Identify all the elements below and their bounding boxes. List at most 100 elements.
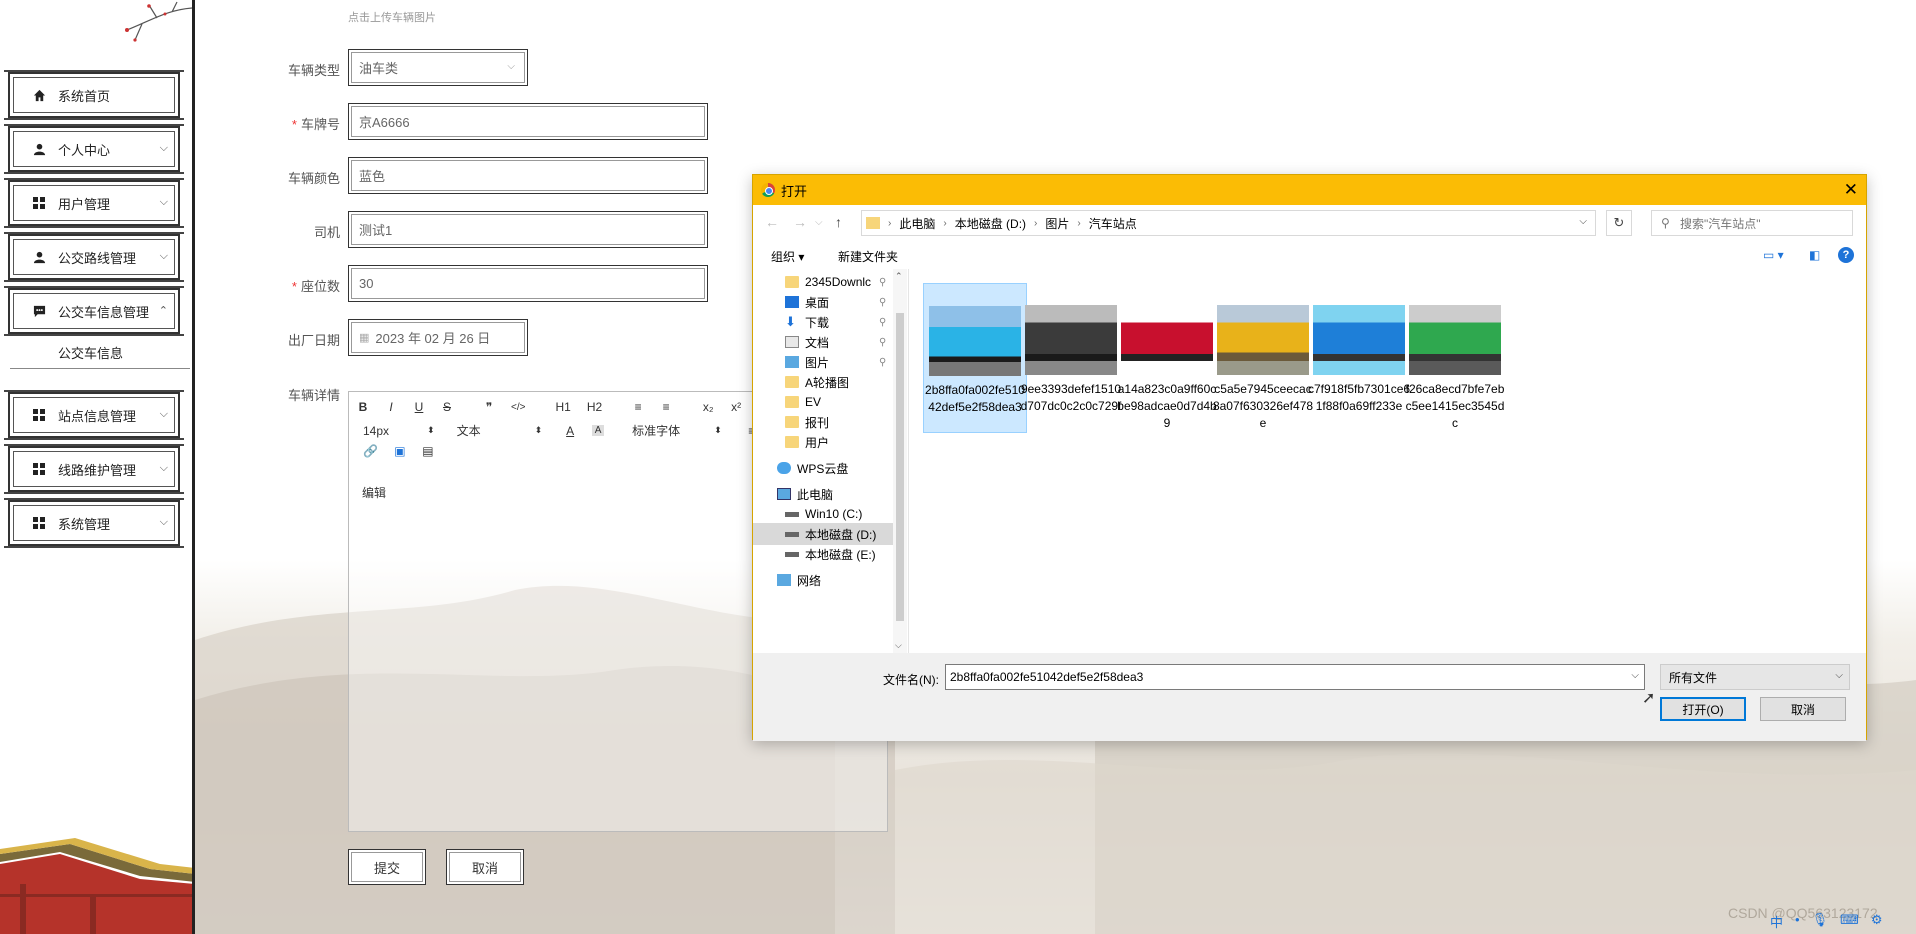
menu-item-system[interactable]: 系统管理 ⌵ <box>4 498 184 548</box>
close-icon[interactable]: ✕ <box>1844 180 1858 200</box>
code-button[interactable]: </> <box>511 402 525 413</box>
organize-button[interactable]: 组织 ▾ <box>771 248 804 265</box>
breadcrumb-item[interactable]: 汽车站点 <box>1089 215 1137 232</box>
tree-item[interactable]: A轮播图 <box>785 371 849 393</box>
font-family-select[interactable]: 标准字体 <box>632 422 680 439</box>
image-icon[interactable]: ▣ <box>394 444 406 458</box>
cancel-button[interactable]: 取消 <box>446 849 524 885</box>
text-type-select[interactable]: 文本 <box>457 422 481 439</box>
chevron-down-icon[interactable]: ⌵ <box>1579 216 1587 227</box>
menu-item-home[interactable]: 系统首页 <box>4 70 184 120</box>
scrollbar-thumb[interactable] <box>896 313 904 621</box>
file-item[interactable]: f26ca8ecd7bfe7ebc5ee1415ec3545dc <box>1403 283 1507 433</box>
pin-icon: ⚲ <box>879 297 887 308</box>
menu-item-label: 系统管理 <box>58 516 111 532</box>
punctuation-icon[interactable]: • <box>1795 912 1800 931</box>
driver-input[interactable]: 测试1 <box>348 211 708 248</box>
submit-button[interactable]: 提交 <box>348 849 426 885</box>
file-item[interactable]: 9ee3393defef1510d707dc0c2c0c729f <box>1019 283 1123 433</box>
superscript-button[interactable]: x² <box>730 400 742 414</box>
tree-scrollbar[interactable]: ⌃ ⌵ <box>893 269 907 653</box>
chevron-down-icon: ⌵ <box>159 516 168 528</box>
keyboard-icon[interactable]: ⌨ <box>1840 912 1859 931</box>
tree-item[interactable]: 本地磁盘 (E:) <box>785 543 876 565</box>
tree-item-selected[interactable]: 本地磁盘 (D:) <box>753 523 893 545</box>
back-arrow-icon[interactable]: ← <box>765 214 779 230</box>
tree-item[interactable]: 网络 <box>777 569 821 591</box>
up-arrow-icon[interactable]: ↑ <box>835 214 842 230</box>
chevron-down-icon[interactable]: ⌵ <box>1631 670 1639 681</box>
breadcrumb-item[interactable]: 图片 <box>1045 215 1069 232</box>
editor-content[interactable]: 编辑 <box>362 484 386 501</box>
file-item[interactable]: c7f918f5fb7301ce61f88f0a69ff233e <box>1307 283 1411 433</box>
open-button[interactable]: 打开(O) <box>1660 697 1746 721</box>
help-icon[interactable]: ? <box>1838 247 1854 263</box>
breadcrumb-item[interactable]: 此电脑 <box>899 215 935 232</box>
date-picker[interactable]: ▦ 2023 年 02 月 26 日 <box>348 319 528 356</box>
grid-icon <box>32 516 46 530</box>
menu-item-users[interactable]: 用户管理 ⌵ <box>4 178 184 228</box>
file-item[interactable]: a14a823c0a9ff60cbe98adcae0d7d4b9 <box>1115 283 1219 433</box>
forward-arrow-icon[interactable]: → <box>793 214 807 230</box>
tree-item[interactable]: ⬇ 下载 <box>785 311 829 333</box>
color-input[interactable]: 蓝色 <box>348 157 708 194</box>
underline-button[interactable]: U <box>413 400 425 414</box>
h2-button[interactable]: H2 <box>587 400 602 414</box>
refresh-icon[interactable]: ↻ <box>1606 210 1632 236</box>
filetype-select[interactable]: 所有文件 ⌵ <box>1660 664 1850 690</box>
h1-button[interactable]: H1 <box>555 400 570 414</box>
seats-input[interactable]: 30 <box>348 265 708 302</box>
subscript-button[interactable]: x₂ <box>702 400 714 414</box>
menu-item-personal[interactable]: 个人中心 ⌵ <box>4 124 184 174</box>
menu-item-line-maintenance[interactable]: 线路维护管理 ⌵ <box>4 444 184 494</box>
pin-icon: ⚲ <box>879 337 887 348</box>
ime-icon[interactable]: 中 <box>1770 912 1783 931</box>
new-folder-button[interactable]: 新建文件夹 <box>838 248 898 265</box>
bold-button[interactable]: B <box>357 400 369 414</box>
microphone-icon[interactable]: 🎙 <box>1812 912 1829 931</box>
breadcrumb-item[interactable]: 本地磁盘 (D:) <box>955 215 1026 232</box>
quote-button[interactable]: ❞ <box>483 400 495 414</box>
background-color-icon[interactable]: A <box>592 425 605 436</box>
font-size-select[interactable]: 14px <box>363 424 389 438</box>
submenu-item-bus-info[interactable]: 公交车信息 <box>58 343 123 362</box>
vehicle-type-select[interactable]: 油车类 ⌵ <box>348 49 528 86</box>
menu-item-bus-info[interactable]: 公交车信息管理 ⌃ <box>4 286 184 336</box>
dialog-titlebar[interactable]: 打开 ✕ <box>753 175 1866 205</box>
seats-label-text: 座位数 <box>300 279 340 294</box>
tree-item[interactable]: 文档 <box>785 331 829 353</box>
filename-input[interactable]: 2b8ffa0fa002fe51042def5e2f58dea3 ⌵ <box>945 664 1645 690</box>
tree-item[interactable]: 用户 <box>785 431 829 453</box>
cancel-dialog-button[interactable]: 取消 <box>1760 697 1846 721</box>
tree-item[interactable]: 桌面 <box>785 291 829 313</box>
tree-item[interactable]: EV <box>785 391 821 413</box>
scroll-down-icon[interactable]: ⌵ <box>895 640 902 651</box>
ordered-list-button[interactable]: ≡ <box>632 400 644 414</box>
tree-item[interactable]: 报刊 <box>785 411 829 433</box>
strike-button[interactable]: S <box>441 400 453 414</box>
file-item[interactable]: 2b8ffa0fa002fe51042def5e2f58dea3 <box>923 283 1027 433</box>
link-icon[interactable]: 🔗 <box>363 444 378 458</box>
font-color-icon[interactable]: A <box>564 424 576 438</box>
italic-button[interactable]: I <box>385 400 397 414</box>
file-item[interactable]: c5a5e7945ceecac8a07f630326ef478e <box>1211 283 1315 433</box>
upload-hint[interactable]: 点击上传车辆图片 <box>348 9 436 25</box>
recent-chevron-icon[interactable]: ⌵ <box>815 217 823 228</box>
view-options-icon[interactable]: ▭ ▾ <box>1763 248 1784 262</box>
menu-item-stations[interactable]: 站点信息管理 ⌵ <box>4 390 184 440</box>
settings-icon[interactable]: ⚙ <box>1871 912 1883 931</box>
bullet-list-button[interactable]: ≡ <box>660 400 672 414</box>
video-icon[interactable]: ▤ <box>422 444 434 458</box>
tree-item[interactable]: 2345Downlc <box>785 271 871 293</box>
plate-input[interactable]: 京A6666 <box>348 103 708 140</box>
scroll-up-icon[interactable]: ⌃ <box>895 271 903 282</box>
tree-item[interactable]: 图片 <box>785 351 829 373</box>
search-input[interactable]: ⚲ 搜索"汽车站点" <box>1651 210 1853 236</box>
preview-pane-icon[interactable]: ◧ <box>1809 248 1820 262</box>
folder-icon <box>785 276 799 288</box>
address-bar[interactable]: › 此电脑 › 本地磁盘 (D:) › 图片 › 汽车站点 ⌵ <box>861 210 1596 236</box>
tree-item[interactable]: 此电脑 <box>777 483 833 505</box>
tree-item[interactable]: WPS云盘 <box>777 457 848 479</box>
menu-item-routes[interactable]: 公交路线管理 ⌵ <box>4 232 184 282</box>
tree-item[interactable]: Win10 (C:) <box>785 503 862 525</box>
